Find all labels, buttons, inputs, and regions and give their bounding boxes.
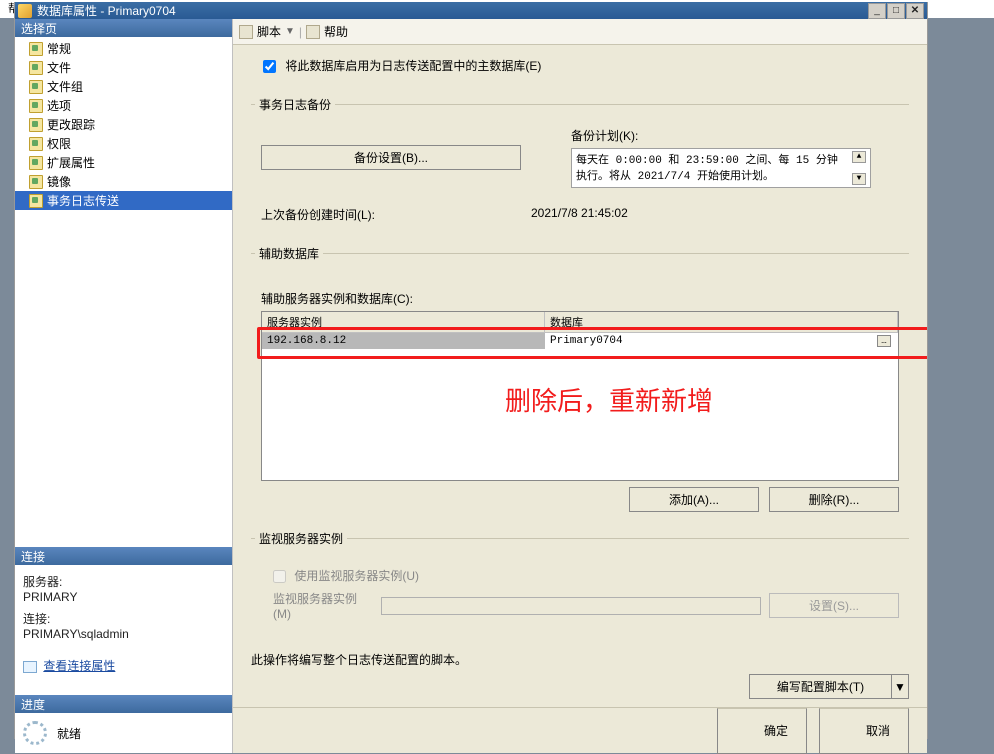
left-pane: 选择页 常规 文件 文件组 选项 更改跟踪 权限 扩展属性 镜像 事务日志传送 … <box>15 19 233 753</box>
select-page-header: 选择页 <box>15 19 232 37</box>
app-icon <box>18 4 32 18</box>
nav-changetracking[interactable]: 更改跟踪 <box>15 115 232 134</box>
script-icon <box>239 25 253 39</box>
secondary-label: 辅助服务器实例和数据库(C): <box>261 290 899 307</box>
secondary-group: 辅助数据库 辅助服务器实例和数据库(C): 服务器实例 数据库 192.168.… <box>251 245 909 518</box>
maximize-button[interactable]: □ <box>887 3 905 19</box>
progress-icon <box>23 721 47 745</box>
connection-info: 服务器: PRIMARY 连接: PRIMARY\sqladmin 查看连接属性 <box>15 565 232 695</box>
nav-options[interactable]: 选项 <box>15 96 232 115</box>
help-button[interactable]: 帮助 <box>324 23 348 40</box>
scroll-down-icon[interactable]: ▼ <box>852 173 866 185</box>
dialog-window: 数据库属性 - Primary0704 _ □ ✕ 选择页 常规 文件 文件组 … <box>14 2 928 739</box>
titlebar: 数据库属性 - Primary0704 _ □ ✕ <box>15 2 927 19</box>
nav-permissions[interactable]: 权限 <box>15 134 232 153</box>
page-icon <box>29 194 43 208</box>
ok-button[interactable]: 确定 <box>717 708 807 754</box>
nav-logship[interactable]: 事务日志传送 <box>15 191 232 210</box>
help-icon <box>306 25 320 39</box>
nav-general[interactable]: 常规 <box>15 39 232 58</box>
enable-logship-label: 将此数据库启用为日志传送配置中的主数据库(E) <box>285 59 541 73</box>
view-connection-link[interactable]: 查看连接属性 <box>43 657 115 674</box>
page-icon <box>29 61 43 75</box>
page-icon <box>29 99 43 113</box>
use-monitor-checkbox[interactable] <box>273 570 286 583</box>
backup-settings-button[interactable]: 备份设置(B)... <box>261 145 521 170</box>
nav-filegroups[interactable]: 文件组 <box>15 77 232 96</box>
scroll-up-icon[interactable]: ▲ <box>852 151 866 163</box>
right-pane: 脚本 ▼ | 帮助 将此数据库启用为日志传送配置中的主数据库(E) 事务日志备份 <box>233 19 927 753</box>
th-database[interactable]: 数据库 <box>545 312 898 332</box>
monitor-settings-button: 设置(S)... <box>769 593 899 618</box>
nav-files[interactable]: 文件 <box>15 58 232 77</box>
page-icon <box>29 80 43 94</box>
nav-list: 常规 文件 文件组 选项 更改跟踪 权限 扩展属性 镜像 事务日志传送 <box>15 37 232 221</box>
monitor-instance-label: 监视服务器实例(M) <box>273 590 373 621</box>
enable-logship-checkbox[interactable] <box>263 60 276 73</box>
cancel-button[interactable]: 取消 <box>819 708 909 754</box>
dialog-footer: 确定 取消 <box>233 707 927 753</box>
schedule-textbox[interactable]: 每天在 0:00:00 和 23:59:00 之间、每 15 分钟 执行。将从 … <box>571 148 871 188</box>
cell-server[interactable]: 192.168.8.12 <box>262 333 545 349</box>
last-backup-value: 2021/7/8 21:45:02 <box>531 206 899 223</box>
write-config-script-button[interactable]: 编写配置脚本(T) <box>749 674 891 699</box>
monitor-instance-input <box>381 597 761 615</box>
page-icon <box>29 42 43 56</box>
nav-extprops[interactable]: 扩展属性 <box>15 153 232 172</box>
close-button[interactable]: ✕ <box>906 3 924 19</box>
cell-database[interactable]: Primary0704… <box>545 333 898 349</box>
script-note: 此操作将编写整个日志传送配置的脚本。 <box>251 651 909 668</box>
secondary-table[interactable]: 服务器实例 数据库 192.168.8.12 Primary0704… <box>261 311 899 481</box>
page-icon <box>29 118 43 132</box>
remove-button[interactable]: 删除(R)... <box>769 487 899 512</box>
add-button[interactable]: 添加(A)... <box>629 487 759 512</box>
minimize-button[interactable]: _ <box>868 3 886 19</box>
script-button[interactable]: 脚本 <box>257 23 281 40</box>
properties-icon <box>23 661 37 673</box>
table-row[interactable]: 192.168.8.12 Primary0704… <box>262 333 898 349</box>
window-title: 数据库属性 - Primary0704 <box>37 2 868 19</box>
page-icon <box>29 156 43 170</box>
th-server[interactable]: 服务器实例 <box>262 312 545 332</box>
use-monitor-label: 使用监视服务器实例(U) <box>294 569 419 583</box>
toolbar: 脚本 ▼ | 帮助 <box>233 19 927 45</box>
backup-group: 事务日志备份 备份设置(B)... 备份计划(K): 每天在 0:00:00 和… <box>251 96 909 233</box>
page-icon <box>29 137 43 151</box>
schedule-label: 备份计划(K): <box>571 127 899 144</box>
last-backup-label: 上次备份创建时间(L): <box>261 206 531 223</box>
progress-header: 进度 <box>15 695 232 713</box>
monitor-group: 监视服务器实例 使用监视服务器实例(U) 监视服务器实例(M) 设置(S)... <box>251 530 909 631</box>
page-icon <box>29 175 43 189</box>
browse-icon[interactable]: … <box>877 335 891 347</box>
write-config-script-dropdown[interactable]: ▼ <box>891 674 909 699</box>
connection-header: 连接 <box>15 547 232 565</box>
nav-mirroring[interactable]: 镜像 <box>15 172 232 191</box>
